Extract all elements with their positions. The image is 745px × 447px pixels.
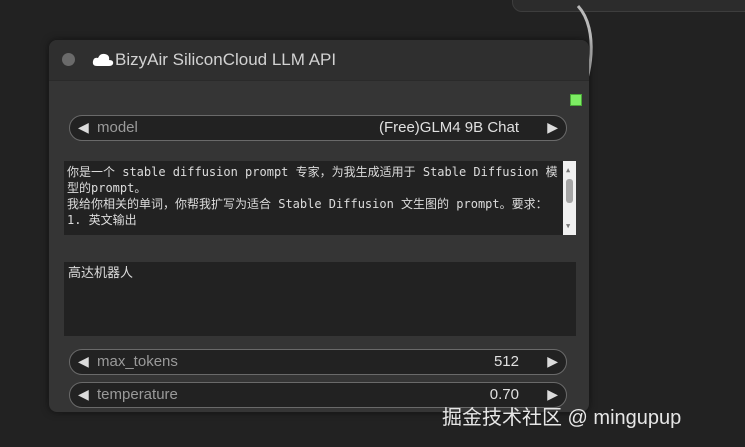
cloud-icon: [92, 53, 114, 66]
watermark: 掘金技术社区 @ mingupup: [442, 407, 682, 429]
user-prompt-text: 高达机器人: [68, 266, 134, 281]
prev-arrow-icon[interactable]: ◀: [78, 119, 89, 136]
node-title-bar[interactable]: BizyAir SiliconCloud LLM API: [49, 40, 589, 81]
collapse-toggle[interactable]: [62, 53, 75, 66]
max-tokens-label: max_tokens: [97, 353, 178, 370]
scroll-up-icon[interactable]: ▲: [566, 162, 570, 178]
output-slot[interactable]: [570, 94, 582, 106]
llm-api-node[interactable]: BizyAir SiliconCloud LLM API ◀ model (Fr…: [49, 40, 589, 412]
increment-arrow-icon[interactable]: ▶: [547, 353, 558, 370]
decrement-arrow-icon[interactable]: ◀: [78, 353, 89, 370]
scroll-thumb[interactable]: [566, 179, 573, 203]
workflow-canvas[interactable]: —·‒·—·—·—· BizyAir SiliconCloud LLM API …: [0, 0, 745, 447]
system-prompt-text: 你是一个 stable diffusion prompt 专家，为我生成适用于 …: [67, 165, 558, 227]
model-combo[interactable]: ◀ model (Free)GLM4 9B Chat ▶: [69, 115, 567, 141]
max-tokens-value: 512: [493, 353, 519, 370]
decrement-arrow-icon[interactable]: ◀: [78, 386, 89, 403]
scroll-down-icon[interactable]: ▼: [566, 218, 570, 234]
system-prompt-textarea[interactable]: 你是一个 stable diffusion prompt 专家，为我生成适用于 …: [64, 161, 576, 235]
top-right-node[interactable]: —·‒·—·—·—·: [512, 0, 745, 12]
user-prompt-textarea[interactable]: 高达机器人: [64, 262, 576, 336]
model-value: (Free)GLM4 9B Chat: [378, 119, 519, 136]
scrollbar[interactable]: ▲ ▼: [563, 161, 576, 235]
top-node-text: —·‒·—·—·—·: [535, 0, 620, 5]
model-label: model: [97, 119, 138, 136]
node-title: BizyAir SiliconCloud LLM API: [115, 50, 337, 69]
max-tokens-number[interactable]: ◀ max_tokens 512 ▶: [69, 349, 567, 375]
next-arrow-icon[interactable]: ▶: [547, 119, 558, 136]
temperature-label: temperature: [97, 386, 178, 403]
